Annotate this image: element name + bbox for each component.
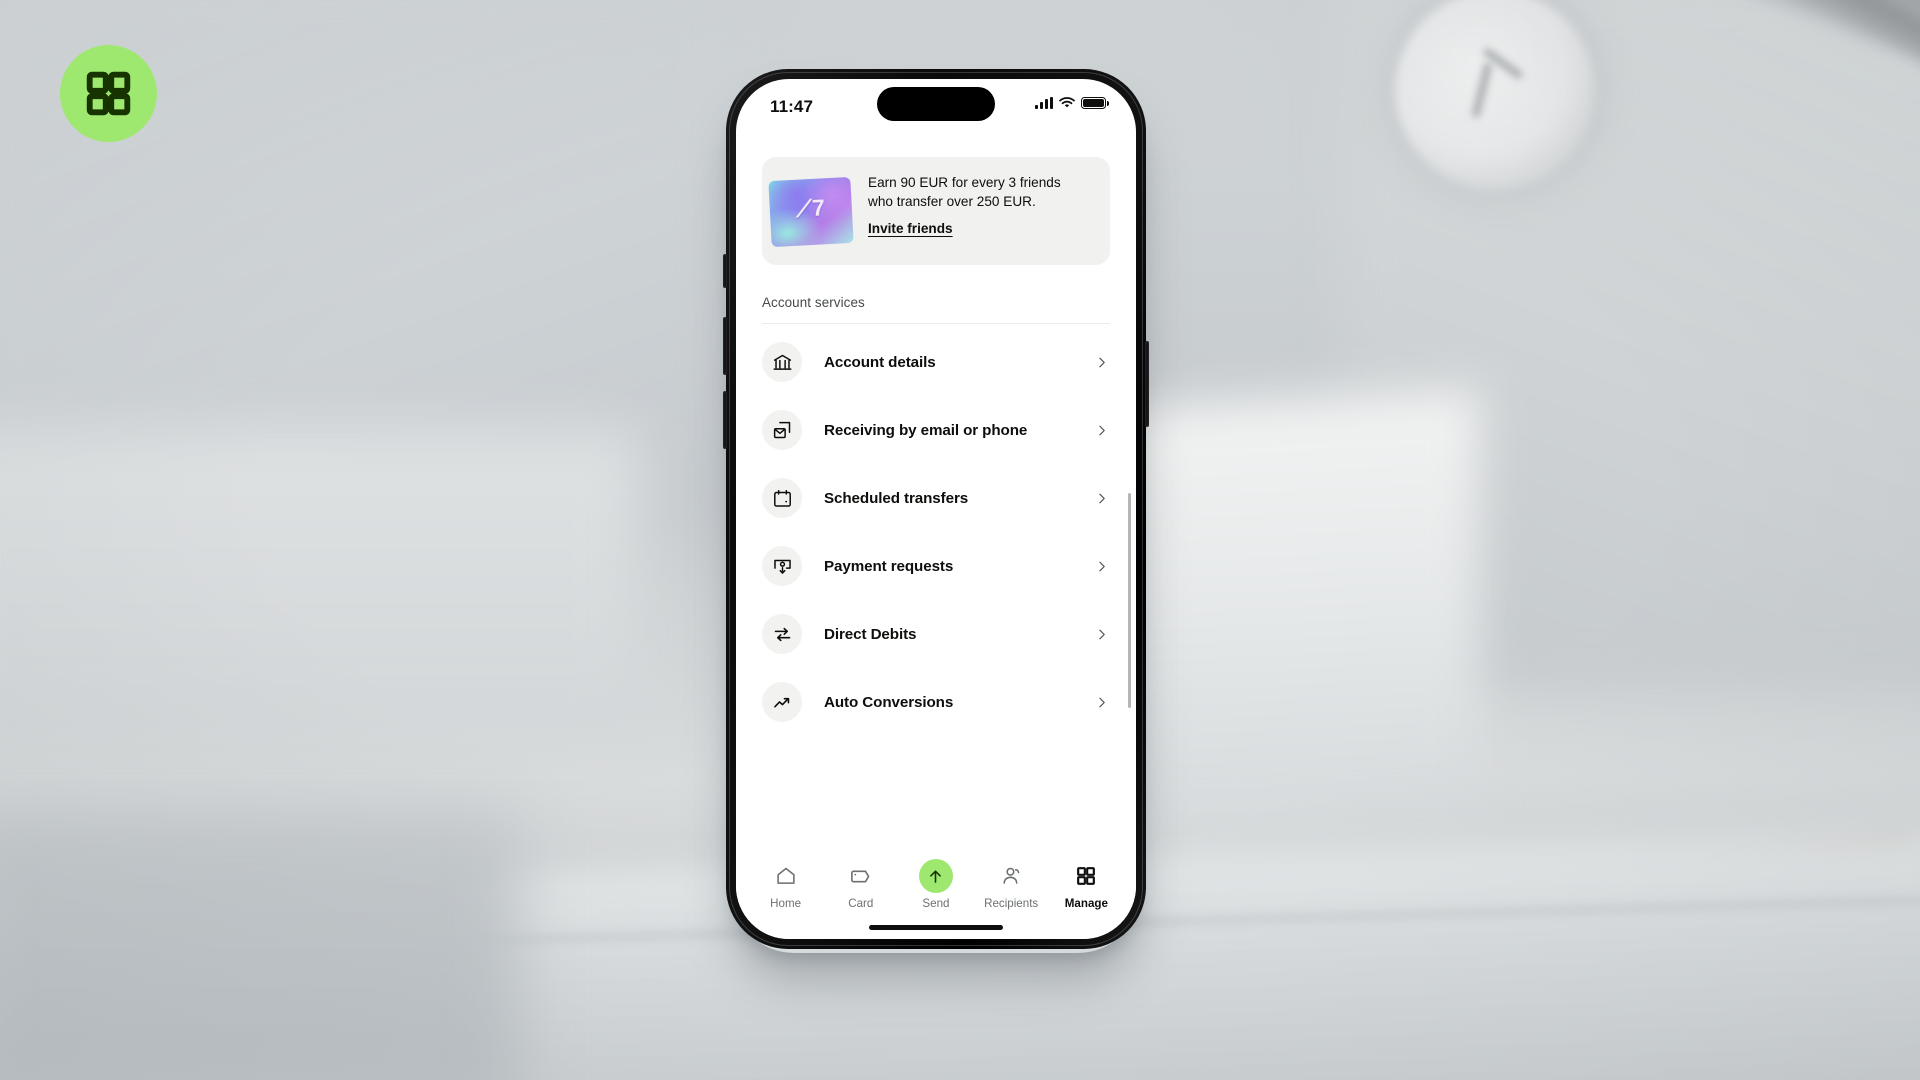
home-icon: [775, 862, 797, 890]
card-icon: [849, 862, 872, 890]
service-label: Scheduled transfers: [824, 489, 969, 507]
invite-banner-line-1: Earn 90 EUR for every 3 friends: [868, 175, 1061, 190]
tab-label: Recipients: [984, 897, 1039, 910]
account-services-header: Account services: [762, 295, 1110, 324]
account-services-list: Account details Receiving by email or ph…: [762, 324, 1110, 736]
phone-mockup: 11:47 ⟋7 Earn 90 EUR for every 3 friends…: [723, 69, 1149, 949]
volume-up-button[interactable]: [723, 317, 727, 375]
chevron-right-icon: [1095, 696, 1108, 709]
tab-card[interactable]: Card: [825, 862, 897, 910]
service-row-scheduled-transfers[interactable]: Scheduled transfers: [762, 464, 1110, 532]
envelope-receive-icon: [762, 410, 802, 450]
tab-recipients[interactable]: Recipients: [975, 862, 1047, 910]
cellular-signal-icon: [1035, 97, 1053, 109]
chevron-right-icon: [1095, 492, 1108, 505]
power-button[interactable]: [1145, 341, 1149, 427]
phone-screen: 11:47 ⟋7 Earn 90 EUR for every 3 friends…: [736, 79, 1136, 939]
invite-friends-link[interactable]: Invite friends: [868, 221, 953, 236]
trending-up-icon: [762, 682, 802, 722]
send-accent-circle: [918, 859, 953, 893]
dynamic-island: [877, 87, 995, 121]
tab-label: Manage: [1064, 897, 1108, 910]
request-money-icon: [762, 546, 802, 586]
bank-building-icon: [762, 342, 802, 382]
service-row-payment-requests[interactable]: Payment requests: [762, 532, 1110, 600]
status-bar-time: 11:47: [770, 97, 814, 116]
service-row-auto-conversions[interactable]: Auto Conversions: [762, 668, 1110, 736]
service-label: Auto Conversions: [824, 693, 954, 711]
chevron-right-icon: [1095, 628, 1108, 641]
tab-manage[interactable]: Manage: [1050, 862, 1122, 910]
chevron-right-icon: [1095, 560, 1108, 573]
service-label: Payment requests: [824, 557, 954, 575]
chevron-right-icon: [1095, 424, 1108, 437]
content-scrollbar[interactable]: [1128, 493, 1131, 708]
tab-label: Card: [848, 897, 874, 910]
service-row-direct-debits[interactable]: Direct Debits: [762, 600, 1110, 668]
send-button[interactable]: [918, 859, 953, 893]
service-label: Direct Debits: [824, 625, 917, 643]
invite-friends-banner[interactable]: ⟋7 Earn 90 EUR for every 3 friends who t…: [762, 157, 1110, 265]
wise-flag-illustration: ⟋7: [762, 157, 858, 265]
two-way-arrows-icon: [762, 614, 802, 654]
app-logo-badge: [60, 45, 157, 142]
service-row-account-details[interactable]: Account details: [762, 328, 1110, 396]
status-bar: 11:47: [736, 79, 1136, 133]
service-label: Account details: [824, 353, 936, 371]
grid-2x2-icon: [1076, 862, 1096, 890]
tab-send[interactable]: Send: [900, 859, 972, 910]
wise-logo-glyph: ⟋7: [795, 194, 826, 222]
status-bar-indicators: [1035, 97, 1109, 109]
person-icon: [1000, 862, 1022, 890]
volume-down-button[interactable]: [723, 391, 727, 449]
wifi-icon: [1059, 97, 1075, 109]
tab-label: Home: [770, 897, 802, 910]
service-label: Receiving by email or phone: [824, 421, 1028, 439]
silence-switch[interactable]: [723, 254, 727, 288]
arrow-up-icon: [926, 867, 945, 886]
tab-home[interactable]: Home: [750, 862, 822, 910]
service-row-receiving-by-email-or-phone[interactable]: Receiving by email or phone: [762, 396, 1110, 464]
home-indicator[interactable]: [869, 925, 1003, 930]
screen-content: ⟋7 Earn 90 EUR for every 3 friends who t…: [736, 133, 1136, 853]
invite-banner-line-2: who transfer over 250 EUR.: [868, 194, 1036, 209]
chevron-right-icon: [1095, 356, 1108, 369]
battery-full-icon: [1081, 97, 1109, 109]
calendar-icon: [762, 478, 802, 518]
invite-banner-text: Earn 90 EUR for every 3 friends who tran…: [858, 157, 1110, 238]
tab-label: Send: [922, 897, 950, 910]
grid-2x2-icon: [85, 70, 132, 117]
